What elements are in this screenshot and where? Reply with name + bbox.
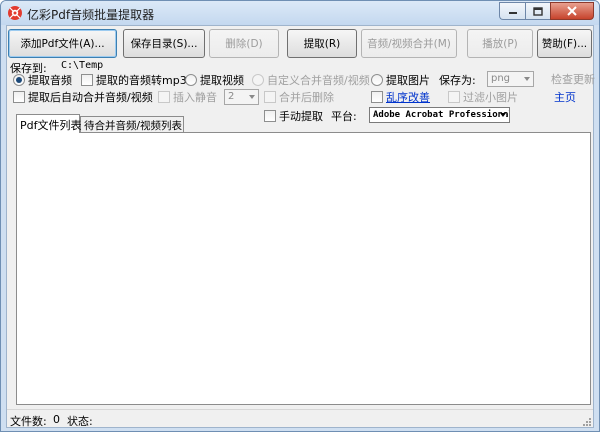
extract-audio-radio[interactable] <box>13 74 25 86</box>
file-count-value: 0 <box>53 413 60 426</box>
delete-after-merge-checkbox[interactable] <box>264 91 276 103</box>
sponsor-button[interactable]: 赞助(F)... <box>537 29 592 58</box>
custom-merge-radio[interactable] <box>252 74 264 86</box>
extract-image-label: 提取图片 <box>386 74 430 87</box>
merge-button[interactable]: 音频/视频合并(M) <box>361 29 457 58</box>
filter-small-checkbox[interactable] <box>448 91 460 103</box>
file-count-label: 文件数: <box>10 415 47 428</box>
save-to-path: C:\Temp <box>61 60 104 71</box>
close-button[interactable] <box>550 2 594 20</box>
play-button[interactable]: 播放(P) <box>467 29 533 58</box>
platform-select[interactable]: Adobe Acrobat Professional <box>369 107 510 123</box>
pdf-file-list[interactable] <box>16 132 591 405</box>
title-bar[interactable]: 亿彩Pdf音频批量提取器 <box>1 1 599 25</box>
status-bar: 文件数: 0 状态: <box>7 409 593 428</box>
extract-button[interactable]: 提取(R) <box>287 29 357 58</box>
save-as-label: 保存为: <box>439 74 476 87</box>
manual-extract-checkbox[interactable] <box>264 110 276 122</box>
auto-merge-checkbox[interactable] <box>13 91 25 103</box>
shuffle-checkbox[interactable] <box>371 91 383 103</box>
maximize-icon <box>533 6 543 16</box>
app-window: 亿彩Pdf音频批量提取器 添加Pdf文件(A)... 保存目录(S)... 删除… <box>0 0 600 432</box>
check-update-link[interactable]: 检查更新 <box>551 71 595 87</box>
state-label: 状态: <box>67 415 93 428</box>
auto-merge-label: 提取后自动合并音频/视频 <box>28 91 153 104</box>
filter-small-label: 过滤小图片 <box>463 91 518 104</box>
platform-value: Adobe Acrobat Professional <box>373 110 510 120</box>
save-as-value: png <box>491 73 511 84</box>
delete-after-merge-label: 合并后删除 <box>279 91 334 104</box>
extract-video-label: 提取视频 <box>200 74 244 87</box>
save-directory-button[interactable]: 保存目录(S)... <box>123 29 205 58</box>
insert-silence-label: 插入静音 <box>173 91 217 104</box>
close-icon <box>567 6 577 16</box>
silence-seconds-select[interactable]: 2 <box>224 89 259 105</box>
extract-video-radio[interactable] <box>185 74 197 86</box>
app-logo-icon <box>8 6 22 20</box>
add-pdf-button[interactable]: 添加Pdf文件(A)... <box>8 29 117 58</box>
convert-mp3-checkbox[interactable] <box>81 74 93 86</box>
tab-pdf-list[interactable]: Pdf文件列表 <box>16 114 82 133</box>
extract-image-radio[interactable] <box>371 74 383 86</box>
resize-grip-icon[interactable] <box>581 416 591 426</box>
extract-audio-label: 提取音频 <box>28 74 72 87</box>
minimize-icon <box>508 12 517 14</box>
manual-extract-label: 手动提取 <box>279 110 323 123</box>
shuffle-link[interactable]: 乱序改善 <box>386 89 430 105</box>
window-title: 亿彩Pdf音频批量提取器 <box>27 8 155 22</box>
save-as-select[interactable]: png <box>487 71 534 87</box>
maximize-button[interactable] <box>525 2 550 20</box>
platform-label: 平台: <box>331 110 357 123</box>
delete-button[interactable]: 删除(D) <box>209 29 279 58</box>
homepage-link[interactable]: 主页 <box>554 89 576 105</box>
chevron-down-icon <box>249 95 255 99</box>
custom-merge-label: 自定义合并音频/视频 <box>267 74 370 87</box>
minimize-button[interactable] <box>499 2 525 20</box>
insert-silence-checkbox[interactable] <box>158 91 170 103</box>
client-area: 添加Pdf文件(A)... 保存目录(S)... 删除(D) 提取(R) 音频/… <box>6 25 595 428</box>
chevron-down-icon <box>500 113 506 117</box>
chevron-down-icon <box>524 77 530 81</box>
convert-mp3-label: 提取的音频转mp3 <box>96 74 187 87</box>
silence-seconds-value: 2 <box>228 91 235 102</box>
tab-merge-list[interactable]: 待合并音频/视频列表 <box>80 116 184 132</box>
